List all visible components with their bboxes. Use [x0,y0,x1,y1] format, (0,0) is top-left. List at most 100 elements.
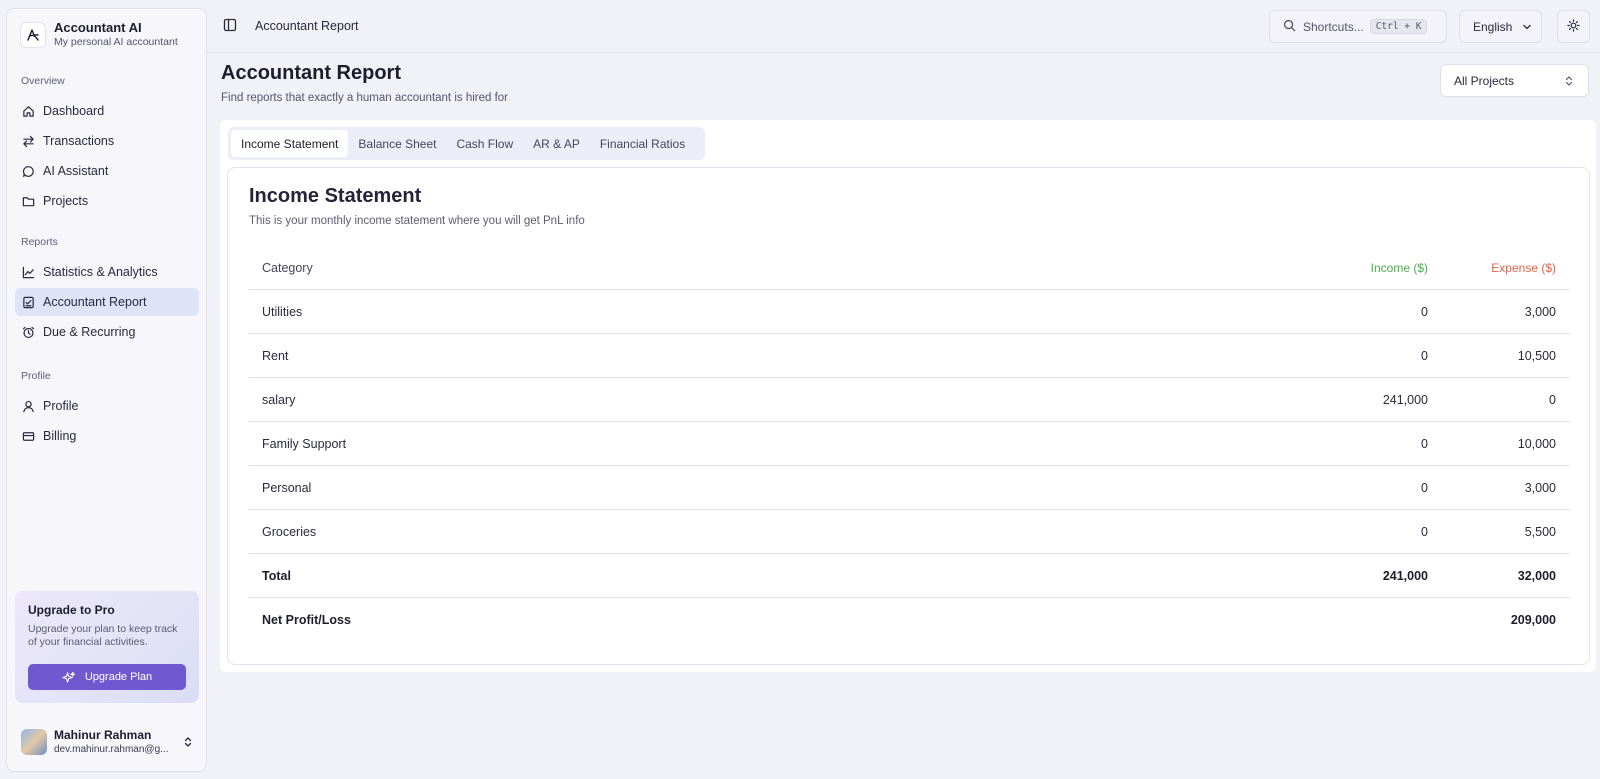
row-category: Utilities [262,304,303,319]
sidebar-toggle-icon[interactable] [223,18,239,34]
brand-logo-icon [20,21,46,48]
language-select[interactable]: English [1459,10,1542,43]
brand-tagline: My personal AI accountant [54,36,178,48]
sidebar-item-dashboard[interactable]: Dashboard [15,97,199,125]
sidebar-item-accountant-report[interactable]: Accountant Report [15,288,199,316]
row-category: Family Support [262,436,347,451]
row-expense: 0 [1549,392,1556,407]
sidebar-item-label: Profile [43,399,79,413]
sidebar-item-label: Billing [43,429,77,443]
nav-heading-reports: Reports [21,236,58,248]
chevron-down-icon [1522,22,1532,32]
sidebar-item-due-recurring[interactable]: Due & Recurring [15,318,199,346]
total-row: Total 241,000 32,000 [248,554,1570,598]
net-profit-row: Net Profit/Loss 209,000 [248,598,1570,642]
chevrons-up-down-icon [1564,75,1574,87]
row-expense: 3,000 [1524,480,1556,495]
upgrade-plan-label: Upgrade Plan [84,671,153,683]
row-category: Groceries [262,524,317,539]
report-tabs: Income Statement Balance Sheet Cash Flow… [228,127,705,160]
column-header-category: Category [262,260,313,275]
sidebar-item-label: Due & Recurring [43,325,136,339]
user-email: dev.mahinur.rahman@g... [54,744,169,755]
language-label: English [1473,19,1513,34]
net-profit-value: 209,000 [1510,613,1556,627]
row-income: 0 [1421,480,1428,495]
row-income: 0 [1421,348,1428,363]
shortcuts-label: Shortcuts... [1303,19,1364,34]
chat-icon [21,164,35,178]
report-icon [21,295,35,309]
row-category: salary [262,392,296,407]
brand[interactable]: Accountant AI My personal AI accountant [20,20,178,49]
total-income: 241,000 [1382,568,1428,583]
upgrade-card: Upgrade to Pro Upgrade your plan to keep… [15,591,199,703]
nav-heading-overview: Overview [21,75,65,87]
project-select[interactable]: All Projects [1440,64,1589,97]
tab-cash-flow[interactable]: Cash Flow [446,130,523,157]
sidebar-item-label: Transactions [43,134,115,148]
card-subtitle: This is your monthly income statement wh… [249,215,585,227]
sparkles-icon [62,671,75,684]
row-category: Rent [262,348,289,363]
page-title: Accountant Report [221,62,401,84]
income-statement-card: Income Statement This is your monthly in… [227,167,1590,665]
card-title: Income Statement [249,185,422,207]
shortcut-kbd: Ctrl + K [1369,19,1428,34]
tab-income-statement[interactable]: Income Statement [231,130,349,157]
sidebar-item-label: AI Assistant [43,164,109,178]
sidebar-item-profile[interactable]: Profile [15,392,199,420]
tab-financial-ratios[interactable]: Financial Ratios [590,130,695,157]
row-income: 0 [1421,304,1428,319]
tab-balance-sheet[interactable]: Balance Sheet [348,130,446,157]
column-header-expense: Expense ($) [1491,260,1556,275]
nav-heading-profile: Profile [21,370,51,382]
nav-section-reports: Reports Statistics & Analytics Accountan… [15,233,199,346]
row-income: 0 [1421,436,1428,451]
total-expense: 32,000 [1517,568,1556,583]
shortcuts-search[interactable]: Shortcuts... Ctrl + K [1269,10,1447,43]
row-income: 241,000 [1382,392,1428,407]
user-menu[interactable]: Mahinur Rahman dev.mahinur.rahman@g... [21,727,197,757]
table-header: Category Income ($) Expense ($) [248,246,1570,290]
row-expense: 3,000 [1524,304,1556,319]
sidebar-item-ai-assistant[interactable]: AI Assistant [15,157,199,185]
row-expense: 10,500 [1517,348,1556,363]
row-category: Personal [262,480,312,495]
chevrons-up-down-icon [182,736,194,748]
column-header-income: Income ($) [1370,260,1428,275]
table-row: Family Support 0 10,000 [248,422,1570,466]
brand-name: Accountant AI [54,20,142,35]
sidebar-item-transactions[interactable]: Transactions [15,127,199,155]
total-label: Total [262,568,291,583]
tab-ar-ap[interactable]: AR & AP [523,130,590,157]
upgrade-title: Upgrade to Pro [28,603,115,617]
row-expense: 10,000 [1517,436,1556,451]
table-row: Rent 0 10,500 [248,334,1570,378]
sidebar-item-statistics[interactable]: Statistics & Analytics [15,258,199,286]
sidebar-item-label: Dashboard [43,104,105,118]
sun-icon [1567,18,1580,35]
breadcrumb[interactable]: Accountant Report [255,19,359,33]
upgrade-text: Upgrade your plan to keep track of your … [28,623,178,648]
sidebar-item-billing[interactable]: Billing [15,422,199,450]
alarm-icon [21,325,35,339]
row-expense: 5,500 [1524,524,1556,539]
sidebar-item-projects[interactable]: Projects [15,187,199,215]
user-name: Mahinur Rahman [54,728,152,742]
card-icon [21,429,35,443]
folder-icon [21,194,35,208]
avatar [21,729,47,755]
home-icon [21,104,35,118]
project-select-label: All Projects [1454,73,1515,88]
income-statement-table: Category Income ($) Expense ($) Utilitie… [248,246,1570,642]
sidebar: Accountant AI My personal AI accountant … [6,8,207,772]
theme-toggle-button[interactable] [1557,10,1590,43]
sidebar-item-label: Accountant Report [43,295,147,309]
nav-section-profile: Profile Profile Billing [15,367,199,450]
chart-icon [21,265,35,279]
topbar: Accountant Report Shortcuts... Ctrl + K … [207,0,1600,53]
net-profit-label: Net Profit/Loss [262,613,351,627]
user-icon [21,399,35,413]
upgrade-plan-button[interactable]: Upgrade Plan [28,664,186,690]
